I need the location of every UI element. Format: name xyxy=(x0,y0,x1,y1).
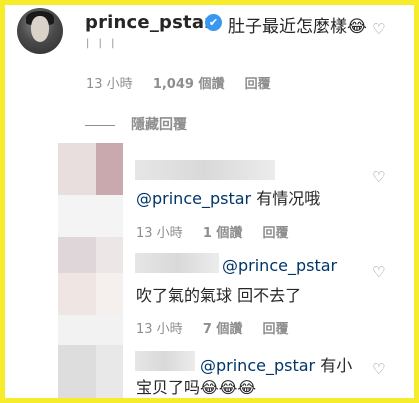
verified-badge-icon: ✔ xyxy=(205,14,222,31)
reply-2-meta: 13 小時 7 個讚 回覆 xyxy=(136,318,305,337)
reply-1-text: @prince_pstar 有情况哦 xyxy=(136,189,321,208)
blurred-username xyxy=(135,253,219,273)
blurred-avatars xyxy=(58,143,123,401)
reply-3-text: @prince_pstar 有小 xyxy=(200,356,353,375)
reply-3-mention[interactable]: @prince_pstar xyxy=(200,356,315,375)
post-reply-button[interactable]: 回覆 xyxy=(245,77,271,92)
hide-replies-label: 隱藏回覆 xyxy=(131,117,187,133)
heart-outline-icon[interactable]: ♡ xyxy=(372,360,385,378)
reply-2-likes[interactable]: 7 個讚 xyxy=(203,322,243,337)
post-time: 13 小時 xyxy=(86,77,133,92)
reply-3-text-line2: 宝贝了吗😂😂😂 xyxy=(136,378,257,397)
post-username[interactable]: prince_pstar xyxy=(85,12,213,33)
reply-1-likes[interactable]: 1 個讚 xyxy=(203,226,243,241)
post-comment-text: 肚子最近怎麼樣😂 xyxy=(228,17,367,37)
reply-2-time: 13 小時 xyxy=(136,322,183,337)
reply-1-time: 13 小時 xyxy=(136,226,183,241)
hide-replies-line xyxy=(85,124,115,126)
reply-1-reply-button[interactable]: 回覆 xyxy=(263,226,289,241)
avatar[interactable] xyxy=(17,8,63,54)
heart-outline-icon[interactable]: ♡ xyxy=(372,168,385,186)
reply-1-meta: 13 小時 1 個讚 回覆 xyxy=(136,222,305,241)
heart-outline-icon[interactable]: ♡ xyxy=(372,263,385,281)
reply-2-reply-button[interactable]: 回覆 xyxy=(263,322,289,337)
hide-replies-button[interactable]: 隱藏回覆 xyxy=(85,114,187,134)
blurred-username xyxy=(135,160,275,180)
reply-2-mention-line: @prince_pstar xyxy=(222,256,337,275)
reply-1-mention[interactable]: @prince_pstar xyxy=(136,189,251,208)
reply-2-text: 吹了氣的氣球 回不去了 xyxy=(136,286,302,305)
heart-outline-icon[interactable]: ♡ xyxy=(372,20,385,38)
blurred-username xyxy=(135,351,195,371)
post-comment-sub: | | | xyxy=(86,38,118,49)
post-likes[interactable]: 1,049 個讚 xyxy=(153,77,225,92)
reply-2-mention[interactable]: @prince_pstar xyxy=(222,256,337,275)
post-meta: 13 小時 1,049 個讚 回覆 xyxy=(86,73,287,92)
